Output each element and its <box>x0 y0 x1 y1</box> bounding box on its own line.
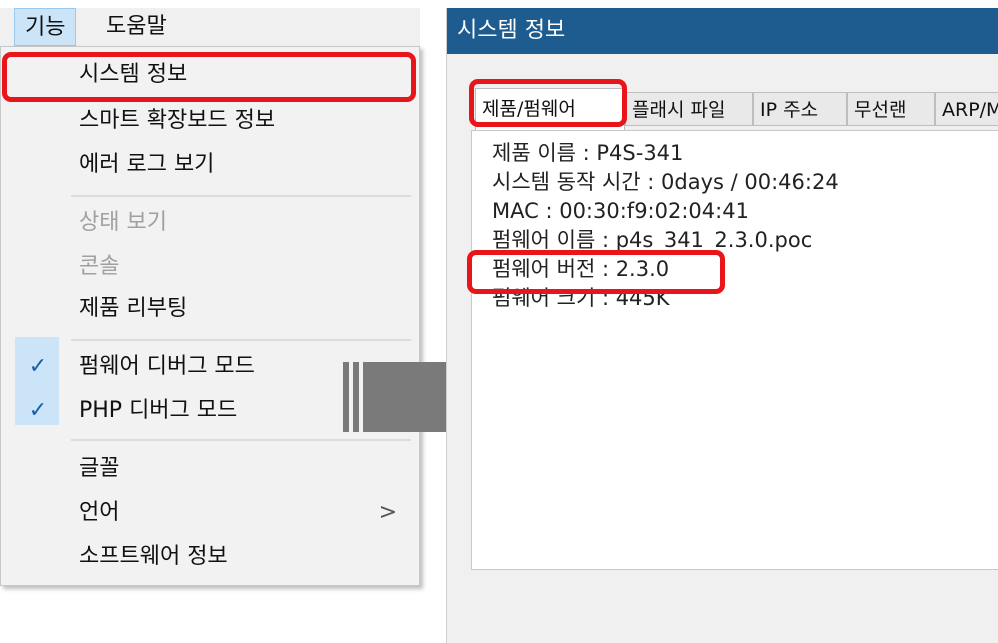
product-firmware-panel: 제품 이름 : P4S-341 시스템 동작 시간 : 0days / 00:4… <box>471 130 998 570</box>
menu-item-label: 펌웨어 디버그 모드 <box>79 354 255 379</box>
menu-item-software-info[interactable]: 소프트웨어 정보 <box>1 537 419 577</box>
highlight-system-info <box>2 52 416 102</box>
highlight-firmware-version <box>467 250 725 294</box>
highlight-product-firmware-tab <box>469 79 627 127</box>
menu-item-label: PHP 디버그 모드 <box>79 398 238 423</box>
uptime-text: 시스템 동작 시간 : 0days / 00:46:24 <box>492 170 839 194</box>
function-dropdown-menu: 시스템 정보 스마트 확장보드 정보 에러 로그 보기 상태 보기 콘솔 제품 … <box>0 46 420 586</box>
menu-item-smart-board-info[interactable]: 스마트 확장보드 정보 <box>1 101 419 141</box>
menu-item-status-view: 상태 보기 <box>79 210 167 235</box>
menu-function[interactable]: 기능 <box>14 8 77 46</box>
tab-arp[interactable]: ARP/M <box>935 92 998 126</box>
menu-separator <box>71 195 411 197</box>
product-name-text: 제품 이름 : P4S-341 <box>492 141 684 165</box>
menu-item-label: 언어 <box>79 500 120 525</box>
chevron-right-icon: > <box>378 500 397 525</box>
tab-wireless-lan[interactable]: 무선랜 <box>847 92 935 126</box>
tab-flash-file[interactable]: 플래시 파일 <box>625 92 753 126</box>
mac-address-text: MAC : 00:30:f9:02:04:41 <box>492 199 749 223</box>
window-title: 시스템 정보 <box>447 8 998 54</box>
menu-item-reboot[interactable]: 제품 리부팅 <box>1 289 419 329</box>
menu-item-error-log[interactable]: 에러 로그 보기 <box>1 145 419 185</box>
menu-bar: 기능 도움말 <box>0 8 420 47</box>
check-icon: ✓ <box>28 398 48 423</box>
menu-item-console: 콘솔 <box>79 254 120 279</box>
tab-ip-address[interactable]: IP 주소 <box>753 92 847 126</box>
menu-help[interactable]: 도움말 <box>96 8 177 46</box>
check-icon: ✓ <box>28 354 48 379</box>
menu-item-language[interactable]: 언어 > <box>1 493 419 533</box>
